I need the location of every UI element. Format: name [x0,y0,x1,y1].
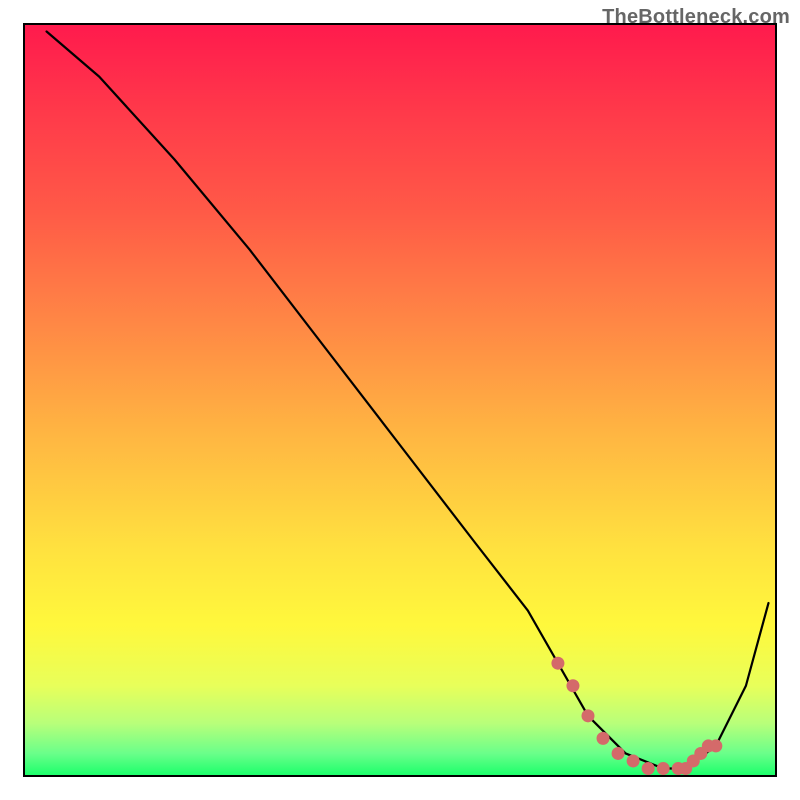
bottleneck-chart [0,0,800,800]
marker-point [551,657,564,670]
marker-point [627,754,640,767]
watermark-text: TheBottleneck.com [602,6,790,29]
plot-background [24,24,776,776]
marker-point [597,732,610,745]
marker-point [582,709,595,722]
marker-point [612,747,625,760]
chart-container: TheBottleneck.com [0,0,800,800]
marker-point [709,739,722,752]
marker-point [566,679,579,692]
marker-point [657,762,670,775]
marker-point [642,762,655,775]
